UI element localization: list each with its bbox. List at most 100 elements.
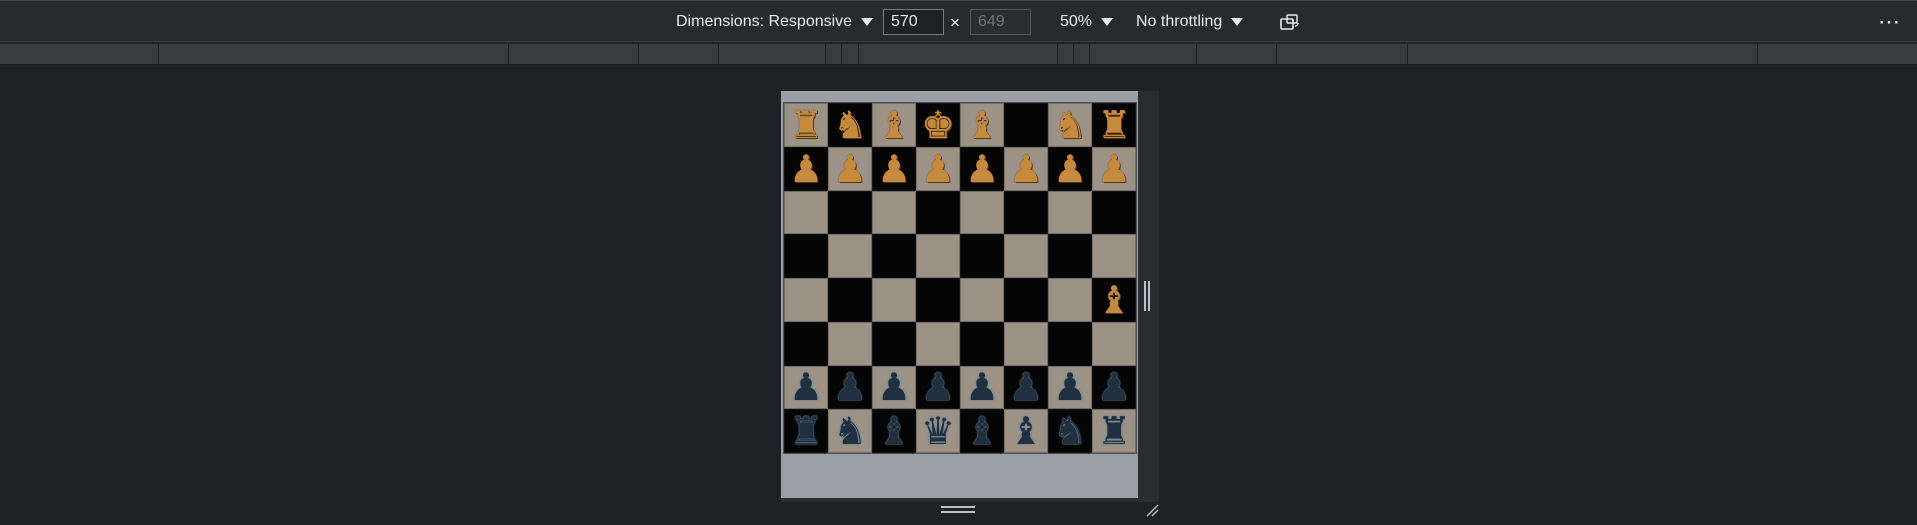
- white-rook-icon[interactable]: ♜: [1097, 106, 1131, 144]
- board-square[interactable]: ♝: [872, 409, 916, 453]
- board-square[interactable]: [872, 190, 916, 235]
- board-square[interactable]: ♟: [1092, 146, 1136, 191]
- more-options-icon[interactable]: ⋯: [1878, 9, 1901, 35]
- white-pawn-icon[interactable]: ♟: [833, 150, 867, 188]
- board-square[interactable]: [1004, 234, 1048, 278]
- board-square[interactable]: [828, 190, 872, 235]
- black-pawn-icon[interactable]: ♟: [1009, 368, 1043, 406]
- white-pawn-icon[interactable]: ♟: [965, 150, 999, 188]
- board-square[interactable]: [916, 190, 960, 235]
- board-square[interactable]: [784, 278, 828, 322]
- board-square[interactable]: [1048, 234, 1092, 278]
- board-square[interactable]: [872, 278, 916, 322]
- height-input[interactable]: [970, 9, 1031, 35]
- board-square[interactable]: ♞: [1048, 103, 1092, 147]
- black-pawn-icon[interactable]: ♟: [965, 368, 999, 406]
- board-square[interactable]: [960, 321, 1004, 366]
- black-pawn-icon[interactable]: ♟: [877, 368, 911, 406]
- board-square[interactable]: [1048, 190, 1092, 235]
- black-pawn-icon[interactable]: ♟: [921, 368, 955, 406]
- board-square[interactable]: ♝: [872, 103, 916, 147]
- board-square[interactable]: [1092, 190, 1136, 235]
- board-square[interactable]: [1048, 278, 1092, 322]
- board-square[interactable]: [872, 321, 916, 366]
- bottom-resize-handle[interactable]: [941, 506, 975, 513]
- black-pawn-icon[interactable]: ♟: [1053, 368, 1087, 406]
- board-square[interactable]: ♞: [1048, 409, 1092, 453]
- board-square[interactable]: [1092, 321, 1136, 366]
- board-square[interactable]: ♟: [828, 365, 872, 410]
- board-square[interactable]: ♞: [828, 409, 872, 453]
- width-input[interactable]: [883, 9, 944, 35]
- board-square[interactable]: [1004, 190, 1048, 235]
- white-pawn-icon[interactable]: ♟: [877, 150, 911, 188]
- board-square[interactable]: [960, 278, 1004, 322]
- white-bishop-icon[interactable]: ♝: [1097, 281, 1131, 319]
- rotate-button[interactable]: [1279, 1, 1301, 43]
- board-square[interactable]: ♝: [1092, 278, 1136, 322]
- board-square[interactable]: [784, 321, 828, 366]
- board-square[interactable]: [1004, 321, 1048, 366]
- board-square[interactable]: [916, 234, 960, 278]
- board-square[interactable]: [1092, 234, 1136, 278]
- board-square[interactable]: ♜: [1092, 103, 1136, 147]
- board-square[interactable]: [784, 190, 828, 235]
- dimensions-dropdown[interactable]: Dimensions: Responsive: [676, 1, 874, 43]
- black-bishop-icon[interactable]: ♝: [1009, 412, 1043, 450]
- black-pawn-icon[interactable]: ♟: [789, 368, 823, 406]
- white-bishop-icon[interactable]: ♝: [965, 106, 999, 144]
- board-square[interactable]: ♝: [1004, 409, 1048, 453]
- board-square[interactable]: [1048, 321, 1092, 366]
- black-knight-icon[interactable]: ♞: [1053, 412, 1087, 450]
- board-square[interactable]: ♜: [1092, 409, 1136, 453]
- board-square[interactable]: ♟: [784, 365, 828, 410]
- zoom-dropdown[interactable]: 50%: [1060, 1, 1114, 43]
- board-square[interactable]: ♝: [960, 103, 1004, 147]
- black-bishop-icon[interactable]: ♝: [965, 412, 999, 450]
- black-rook-icon[interactable]: ♜: [789, 412, 823, 450]
- board-square[interactable]: ♜: [784, 409, 828, 453]
- board-square[interactable]: ♚: [916, 103, 960, 147]
- white-knight-icon[interactable]: ♞: [833, 106, 867, 144]
- board-square[interactable]: [784, 234, 828, 278]
- white-pawn-icon[interactable]: ♟: [1097, 150, 1131, 188]
- board-square[interactable]: ♛: [916, 409, 960, 453]
- board-square[interactable]: ♟: [1004, 365, 1048, 410]
- white-pawn-icon[interactable]: ♟: [789, 150, 823, 188]
- board-square[interactable]: ♟: [1092, 365, 1136, 410]
- corner-resize-handle[interactable]: [1145, 503, 1159, 517]
- white-rook-icon[interactable]: ♜: [789, 106, 823, 144]
- board-square[interactable]: [960, 234, 1004, 278]
- board-square[interactable]: ♟: [1048, 146, 1092, 191]
- white-knight-icon[interactable]: ♞: [1053, 106, 1087, 144]
- board-square[interactable]: [1004, 103, 1048, 147]
- board-square[interactable]: [960, 190, 1004, 235]
- board-square[interactable]: ♟: [916, 365, 960, 410]
- board-square[interactable]: [828, 234, 872, 278]
- board-square[interactable]: ♜: [784, 103, 828, 147]
- white-pawn-icon[interactable]: ♟: [1053, 150, 1087, 188]
- board-square[interactable]: [1004, 278, 1048, 322]
- black-pawn-icon[interactable]: ♟: [1097, 368, 1131, 406]
- throttling-dropdown[interactable]: No throttling: [1136, 1, 1244, 43]
- board-square[interactable]: [916, 321, 960, 366]
- white-king-icon[interactable]: ♚: [921, 106, 955, 144]
- black-knight-icon[interactable]: ♞: [833, 412, 867, 450]
- right-resize-handle[interactable]: [1144, 281, 1150, 311]
- white-bishop-icon[interactable]: ♝: [877, 106, 911, 144]
- board-square[interactable]: ♟: [872, 146, 916, 191]
- white-pawn-icon[interactable]: ♟: [1009, 150, 1043, 188]
- white-pawn-icon[interactable]: ♟: [921, 150, 955, 188]
- black-queen-icon[interactable]: ♛: [921, 412, 955, 450]
- board-square[interactable]: [828, 278, 872, 322]
- black-bishop-icon[interactable]: ♝: [877, 412, 911, 450]
- board-square[interactable]: ♟: [784, 146, 828, 191]
- black-rook-icon[interactable]: ♜: [1097, 412, 1131, 450]
- board-square[interactable]: ♝: [960, 409, 1004, 453]
- board-square[interactable]: ♟: [1004, 146, 1048, 191]
- board-square[interactable]: [916, 278, 960, 322]
- board-square[interactable]: [828, 321, 872, 366]
- board-square[interactable]: ♞: [828, 103, 872, 147]
- board-square[interactable]: ♟: [828, 146, 872, 191]
- black-pawn-icon[interactable]: ♟: [833, 368, 867, 406]
